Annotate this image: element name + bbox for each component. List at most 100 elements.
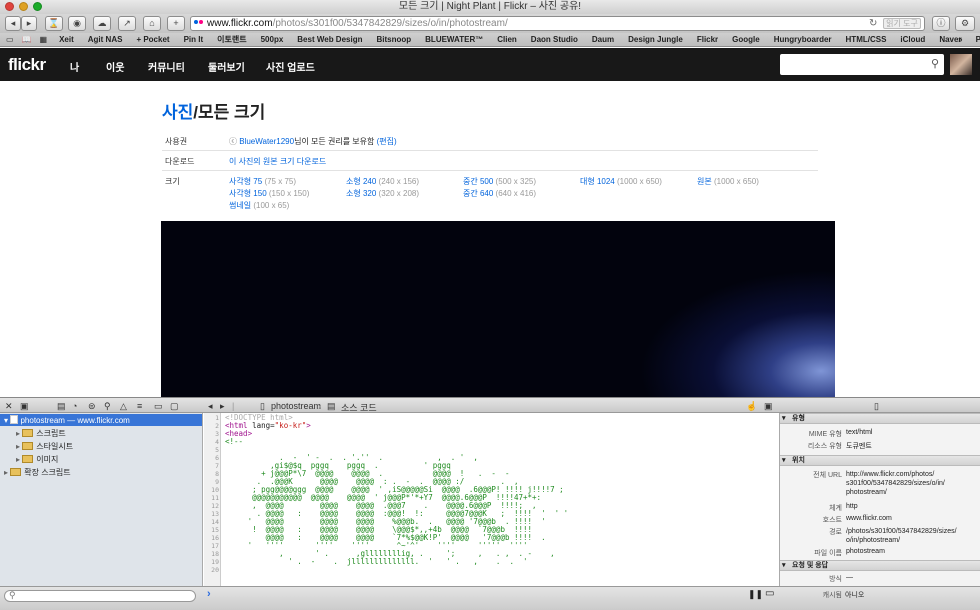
breadcrumb-page[interactable]: photostream — [271, 401, 321, 411]
address-bar[interactable]: www.flickr.com/photos/s301f00/5347842829… — [190, 16, 925, 31]
nav-item-contacts[interactable]: 이웃 — [106, 59, 124, 74]
size-option[interactable]: 사각형 150 (150 x 150) — [229, 188, 309, 199]
downloads-icon[interactable]: ⓘ — [932, 16, 950, 31]
forward-button[interactable]: ▸ — [21, 16, 37, 31]
section-header-location[interactable]: ▾ 위치 — [780, 455, 980, 466]
bookmark-item[interactable]: + Pocket — [136, 33, 169, 46]
bookmark-item[interactable]: 500px — [261, 33, 284, 46]
bookmark-item[interactable]: Hungryboarder — [774, 33, 832, 46]
bookmark-item[interactable]: HTML/CSS — [846, 33, 887, 46]
bookmark-item[interactable]: Daum — [592, 33, 614, 46]
size-option[interactable]: 중간 500 (500 x 325) — [463, 176, 536, 187]
breakpoints-icon[interactable]: ▭ — [154, 401, 163, 412]
size-name-link[interactable]: 중간 500 — [463, 177, 493, 186]
size-name-link[interactable]: 썸네일 — [229, 201, 251, 210]
size-option[interactable]: 소형 320 (320 x 208) — [346, 188, 419, 199]
size-option[interactable]: 중간 640 (640 x 416) — [463, 188, 536, 199]
bookmark-item[interactable]: Parkoz — [976, 33, 980, 46]
bookmark-item[interactable]: Clien — [497, 33, 517, 46]
zoom-window-button[interactable] — [33, 2, 42, 11]
size-name-link[interactable]: 사각형 75 — [229, 177, 262, 186]
resources-icon[interactable]: ▤ — [57, 401, 66, 412]
find-icon[interactable]: ⚲ — [104, 401, 111, 412]
close-inspector-icon[interactable]: ✕ — [5, 401, 13, 412]
flickr-logo[interactable]: flickr — [8, 55, 46, 75]
bookmarks-overflow-icon[interactable]: » — [958, 33, 962, 46]
bookmark-item[interactable]: Design Jungle — [628, 33, 683, 46]
warning-icon[interactable]: △ — [120, 401, 127, 412]
storage-icon[interactable]: ⊜ — [88, 401, 96, 412]
console-toggle-icon[interactable]: ▭ — [765, 588, 774, 599]
bookmark-item[interactable]: Agit NAS — [88, 33, 123, 46]
bookmark-item[interactable]: Google — [732, 33, 760, 46]
size-name-link[interactable]: 소형 240 — [346, 177, 376, 186]
size-name-link[interactable]: 중간 640 — [463, 189, 493, 198]
bookmark-item[interactable]: Daon Studio — [531, 33, 578, 46]
source-code-view[interactable]: 1 2 3 4 5 6 7 8 9 10 11 12 13 14 15 16 17 18 19 20 <!DOCTYP… — [204, 413, 778, 586]
bookmark-item[interactable]: BLUEWATER™ — [425, 33, 483, 46]
history-icon[interactable]: ⌛ — [45, 16, 63, 31]
list-icon[interactable]: ≡ — [137, 401, 142, 411]
search-icon[interactable]: ⚲ — [931, 57, 939, 70]
size-name-link[interactable]: 사각형 150 — [229, 189, 267, 198]
disclosure-open-icon[interactable]: ▾ — [782, 456, 786, 465]
size-name-link[interactable]: 소형 320 — [346, 189, 376, 198]
dock-icon[interactable]: ▣ — [20, 401, 29, 412]
flickr-search-input[interactable]: ⚲ — [780, 54, 944, 75]
size-option[interactable]: 소형 240 (240 x 156) — [346, 176, 419, 187]
reload-icon[interactable]: ↻ — [869, 17, 877, 30]
bookmark-item[interactable]: Best Web Design — [297, 33, 362, 46]
top-sites-icon[interactable]: ▦ — [40, 35, 48, 44]
tree-item-page[interactable]: ▾ photostream — www.flickr.com — [4, 415, 130, 425]
disclosure-closed-icon[interactable]: ▸ — [16, 429, 20, 438]
disclosure-closed-icon[interactable]: ▸ — [16, 455, 20, 464]
download-original-link[interactable]: 이 사진의 원본 크기 다운로드 — [229, 156, 326, 167]
tree-item-images[interactable]: ▸ 이미지 — [16, 454, 58, 465]
section-header-type[interactable]: ▾ 유형 — [780, 413, 980, 424]
nav-item-explore[interactable]: 둘러보기 — [208, 59, 245, 74]
disclosure-closed-icon[interactable]: ▸ — [16, 442, 20, 451]
settings-icon[interactable]: ⚙ — [955, 16, 975, 31]
tree-item-extension-scripts[interactable]: ▸ 확장 스크립트 — [4, 467, 71, 478]
bookmark-item[interactable]: Flickr — [697, 33, 718, 46]
disclosure-closed-icon[interactable]: ▸ — [4, 468, 8, 477]
license-owner-link[interactable]: BlueWater1290 — [239, 137, 294, 146]
share-icon[interactable]: ↗ — [118, 16, 136, 31]
console-prompt[interactable]: › — [207, 588, 211, 600]
size-option[interactable]: 원본 (1000 x 650) — [697, 176, 759, 187]
tree-item-stylesheets[interactable]: ▸ 스타일시트 — [16, 441, 73, 452]
avatar[interactable] — [950, 54, 972, 75]
details-icon[interactable]: ▯ — [874, 401, 879, 412]
pause-icon[interactable]: ❚❚ — [748, 589, 763, 600]
bookmark-item[interactable]: Xeit — [59, 33, 74, 46]
nav-item-community[interactable]: 커뮤니티 — [148, 59, 185, 74]
size-option[interactable]: 사각형 75 (75 x 75) — [229, 176, 296, 187]
nav-back-icon[interactable]: ◂ — [208, 401, 213, 412]
console-icon[interactable]: ▢ — [170, 401, 179, 412]
pointer-icon[interactable]: ☝ — [746, 401, 757, 412]
photo-link[interactable]: 사진 — [162, 103, 193, 122]
disclosure-open-icon[interactable]: ▾ — [782, 561, 786, 570]
minimize-window-button[interactable] — [19, 2, 28, 11]
close-window-button[interactable] — [5, 2, 14, 11]
network-icon[interactable]: ◔ — [72, 401, 77, 411]
sidebar-filter-input[interactable]: ⚲ — [4, 590, 196, 602]
bookmarks-book-icon[interactable]: 📖 — [22, 35, 32, 44]
disclosure-open-icon[interactable]: ▾ — [782, 414, 786, 423]
bookmark-item[interactable]: 이토랜트 — [217, 33, 246, 46]
size-name-link[interactable]: 대형 1024 — [580, 177, 615, 186]
split-icon[interactable]: ▣ — [764, 401, 773, 412]
back-button[interactable]: ◂ — [5, 16, 21, 31]
new-tab-button[interactable]: + — [167, 16, 185, 31]
tree-item-scripts[interactable]: ▸ 스크립트 — [16, 428, 66, 439]
nav-item-upload[interactable]: 사진 업로드 — [266, 59, 315, 74]
size-option[interactable]: 대형 1024 (1000 x 650) — [580, 176, 662, 187]
nav-item-me[interactable]: 나 — [70, 59, 79, 74]
size-name-link[interactable]: 원본 — [697, 177, 712, 186]
nav-forward-icon[interactable]: ▸ — [220, 401, 225, 412]
cloud-icon[interactable]: ☁ — [93, 16, 111, 31]
disclosure-open-icon[interactable]: ▾ — [4, 416, 8, 425]
license-edit-link[interactable]: (편집) — [377, 137, 397, 146]
home-icon[interactable]: ⌂ — [143, 16, 161, 31]
sidebar-toggle-icon[interactable]: ▭ — [6, 35, 14, 44]
